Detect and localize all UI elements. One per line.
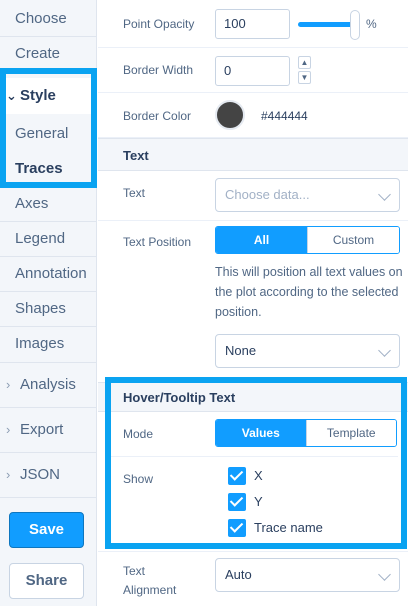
hover-mode-option-values[interactable]: Values <box>216 420 306 446</box>
hover-section-header[interactable]: Hover/Tooltip Text <box>98 382 408 412</box>
text-position-help: This will position all text values on th… <box>215 265 403 319</box>
chevron-down-icon: ⌄ <box>6 88 17 103</box>
sidebar-item-json[interactable]: › JSON <box>0 455 97 495</box>
text-data-placeholder: Choose data... <box>225 187 310 202</box>
checkbox-trace-name-label: Trace name <box>254 520 323 535</box>
border-color-label: Border Color <box>123 109 192 123</box>
sidebar: Choose Create ⌄ Style General Traces Axe… <box>0 0 97 606</box>
divider <box>98 220 408 221</box>
sidebar-item-label: JSON <box>20 466 61 483</box>
increment-arrow-icon[interactable]: ▲ <box>298 56 311 69</box>
text-position-label: Text Position <box>123 235 192 249</box>
text-alignment-select[interactable]: Auto <box>215 558 400 592</box>
checkbox-x[interactable] <box>228 467 246 485</box>
sidebar-item-export[interactable]: › Export <box>0 410 97 450</box>
checkbox-y[interactable] <box>228 493 246 511</box>
text-section-header[interactable]: Text <box>98 138 408 171</box>
text-alignment-label: Text Alignment <box>123 562 176 600</box>
divider <box>108 456 398 457</box>
hover-mode-option-template[interactable]: Template <box>305 420 396 446</box>
decrement-arrow-icon[interactable]: ▼ <box>298 71 311 84</box>
border-width-row: Border Width 0 ▲ ▼ <box>98 48 408 93</box>
checkbox-x-label: X <box>254 468 263 483</box>
sidebar-item-analysis[interactable]: › Analysis <box>0 365 97 405</box>
chevron-right-icon: › <box>6 422 11 437</box>
border-width-input[interactable]: 0 <box>215 56 290 86</box>
sidebar-item-label: Style <box>20 87 56 104</box>
chevron-right-icon: › <box>6 467 11 482</box>
sidebar-item-label: Export <box>20 421 64 438</box>
chevron-down-icon <box>378 344 391 357</box>
sidebar-item-choose[interactable]: Choose <box>0 2 97 36</box>
text-position-option-custom[interactable]: Custom <box>307 227 399 253</box>
point-opacity-row: Point Opacity 100 % <box>98 0 408 48</box>
divider <box>0 452 97 453</box>
sidebar-item-traces[interactable]: Traces <box>0 152 97 186</box>
hover-mode-toggle: Values Template <box>215 419 397 447</box>
sidebar-item-shapes[interactable]: Shapes <box>0 292 97 326</box>
text-data-select[interactable]: Choose data... <box>215 178 400 212</box>
border-color-hex: #444444 <box>261 109 308 123</box>
divider <box>0 362 97 363</box>
text-label: Text <box>123 186 146 200</box>
color-swatch[interactable] <box>215 100 245 130</box>
hover-mode-label: Mode <box>123 427 154 441</box>
sidebar-item-legend[interactable]: Legend <box>0 222 97 256</box>
sidebar-item-axes[interactable]: Axes <box>0 187 97 221</box>
sidebar-item-style[interactable]: ⌄ Style <box>0 78 97 114</box>
trace-style-panel: Point Opacity 100 % Border Width 0 ▲ ▼ B… <box>98 0 408 606</box>
sidebar-item-create[interactable]: Create <box>0 37 97 71</box>
text-position-option-all[interactable]: All <box>216 227 307 253</box>
text-position-toggle: All Custom <box>215 226 400 254</box>
checkbox-y-label: Y <box>254 494 263 509</box>
point-opacity-input[interactable]: 100 <box>215 9 290 39</box>
checkbox-trace-name[interactable] <box>228 519 246 537</box>
chevron-down-icon <box>378 188 391 201</box>
text-alignment-label-line1: Text <box>123 564 146 578</box>
divider <box>98 551 408 552</box>
sidebar-item-general[interactable]: General <box>0 117 97 151</box>
point-opacity-label: Point Opacity <box>123 17 195 31</box>
border-color-row: Border Color #444444 <box>98 93 408 138</box>
sidebar-item-images[interactable]: Images <box>0 327 97 361</box>
text-position-select[interactable]: None <box>215 334 400 368</box>
text-position-value: None <box>225 343 257 358</box>
divider <box>0 497 97 498</box>
sidebar-item-annotation[interactable]: Annotation <box>0 257 97 291</box>
share-button[interactable]: Share <box>9 563 84 599</box>
chevron-down-icon <box>378 568 391 581</box>
point-opacity-slider-handle[interactable] <box>350 10 360 40</box>
hover-show-label: Show <box>123 472 154 486</box>
divider <box>0 71 97 72</box>
save-button[interactable]: Save <box>9 512 84 548</box>
sidebar-item-label: Analysis <box>20 376 76 393</box>
text-alignment-value: Auto <box>225 567 252 582</box>
chevron-right-icon: › <box>6 377 11 392</box>
percent-unit: % <box>366 17 377 31</box>
border-width-label: Border Width <box>123 63 194 77</box>
text-alignment-label-line2: Alignment <box>123 583 177 597</box>
point-opacity-slider-track[interactable] <box>298 22 357 27</box>
divider <box>0 407 97 408</box>
